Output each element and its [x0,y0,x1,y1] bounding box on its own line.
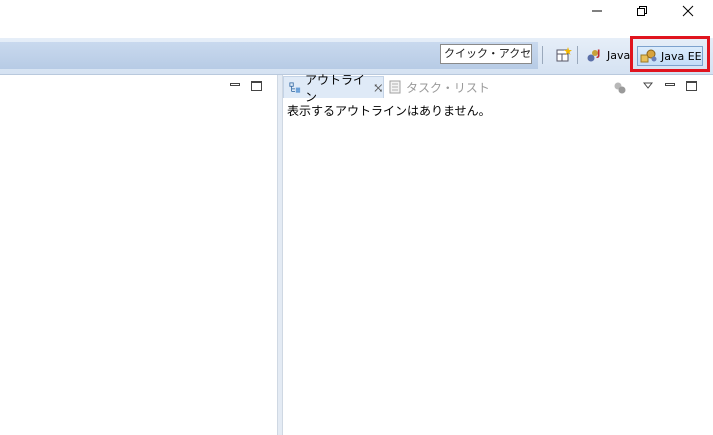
quick-access-input[interactable]: クイック・アクセス [440,44,532,64]
close-icon [682,5,694,17]
tab-task-list-label: タスク・リスト [406,80,490,95]
tab-task-list[interactable]: タスク・リスト [389,76,490,98]
task-list-icon [389,80,401,94]
focus-icon[interactable] [613,81,627,95]
minimize-view-icon[interactable] [665,83,675,86]
perspective-javaee-label: Java EE [661,49,702,63]
maximize-view-icon[interactable] [686,81,697,91]
svg-text:J: J [596,49,600,59]
javaee-perspective-icon [640,49,657,63]
tab-outline-label: アウトライン [304,72,365,104]
maximize-view-icon[interactable] [251,81,262,91]
view-menu-icon[interactable] [643,82,653,90]
minimize-view-icon[interactable] [230,83,240,86]
perspective-java-button[interactable]: J Java [586,45,630,65]
toolbar-separator [542,46,543,64]
outline-view: アウトライン タスク・リスト 表示するアウトラインはありません。 [282,73,713,435]
close-button[interactable] [666,0,710,22]
tab-outline[interactable]: アウトライン [283,73,384,104]
toolbar-separator [577,46,578,64]
java-perspective-icon: J [587,49,600,62]
perspective-java-label: Java [607,48,631,62]
minimize-icon [592,10,602,12]
main-toolbar: クイック・アクセス J Java Java EE [0,38,713,75]
restore-icon [637,6,647,16]
minimize-button[interactable] [575,0,619,22]
open-perspective-icon[interactable] [556,47,572,63]
restore-button[interactable] [620,0,664,22]
outline-tab-bar: アウトライン タスク・リスト [283,73,713,104]
outline-empty-message: 表示するアウトラインはありません。 [287,104,491,118]
outline-icon [289,81,301,93]
window-title-bar [0,0,713,36]
perspective-javaee-button[interactable]: Java EE [637,46,703,66]
editor-area [0,75,278,435]
close-tab-icon[interactable] [374,83,383,93]
